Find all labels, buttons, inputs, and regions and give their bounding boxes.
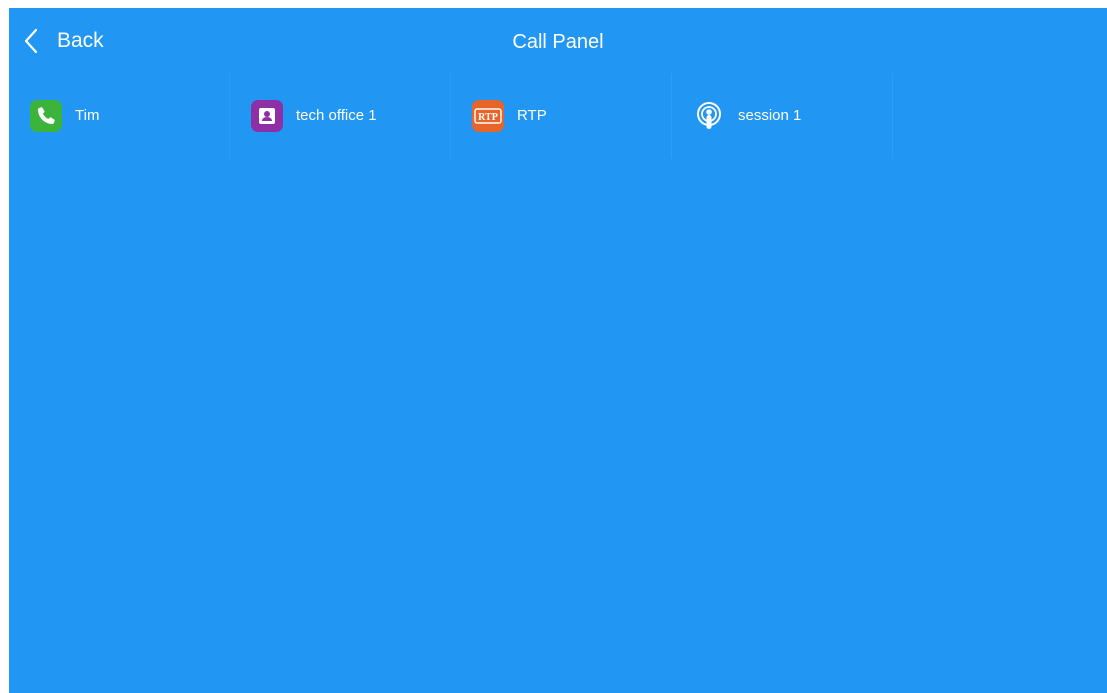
rtp-icon-text: RTP	[478, 112, 498, 123]
call-target-list: Tim tech office 1 RTP RTP session 1	[9, 74, 893, 158]
page-title: Call Panel	[512, 31, 604, 53]
rtp-icon: RTP	[472, 100, 504, 132]
broadcast-icon	[693, 100, 725, 132]
phone-icon	[30, 100, 62, 132]
call-item-session-1[interactable]: session 1	[672, 74, 893, 158]
call-item-label: session 1	[738, 107, 802, 124]
call-panel-screen: Back Call Panel Tim tech office 1 RTP RT…	[9, 8, 1107, 693]
call-item-label: tech office 1	[296, 107, 377, 124]
call-item-label: Tim	[75, 107, 100, 124]
call-item-rtp[interactable]: RTP RTP	[451, 74, 672, 158]
call-item-label: RTP	[517, 107, 547, 124]
call-item-tech-office-1[interactable]: tech office 1	[230, 74, 451, 158]
call-item-tim[interactable]: Tim	[9, 74, 230, 158]
contact-card-icon	[251, 100, 283, 132]
header-bar: Back Call Panel	[9, 8, 1107, 74]
